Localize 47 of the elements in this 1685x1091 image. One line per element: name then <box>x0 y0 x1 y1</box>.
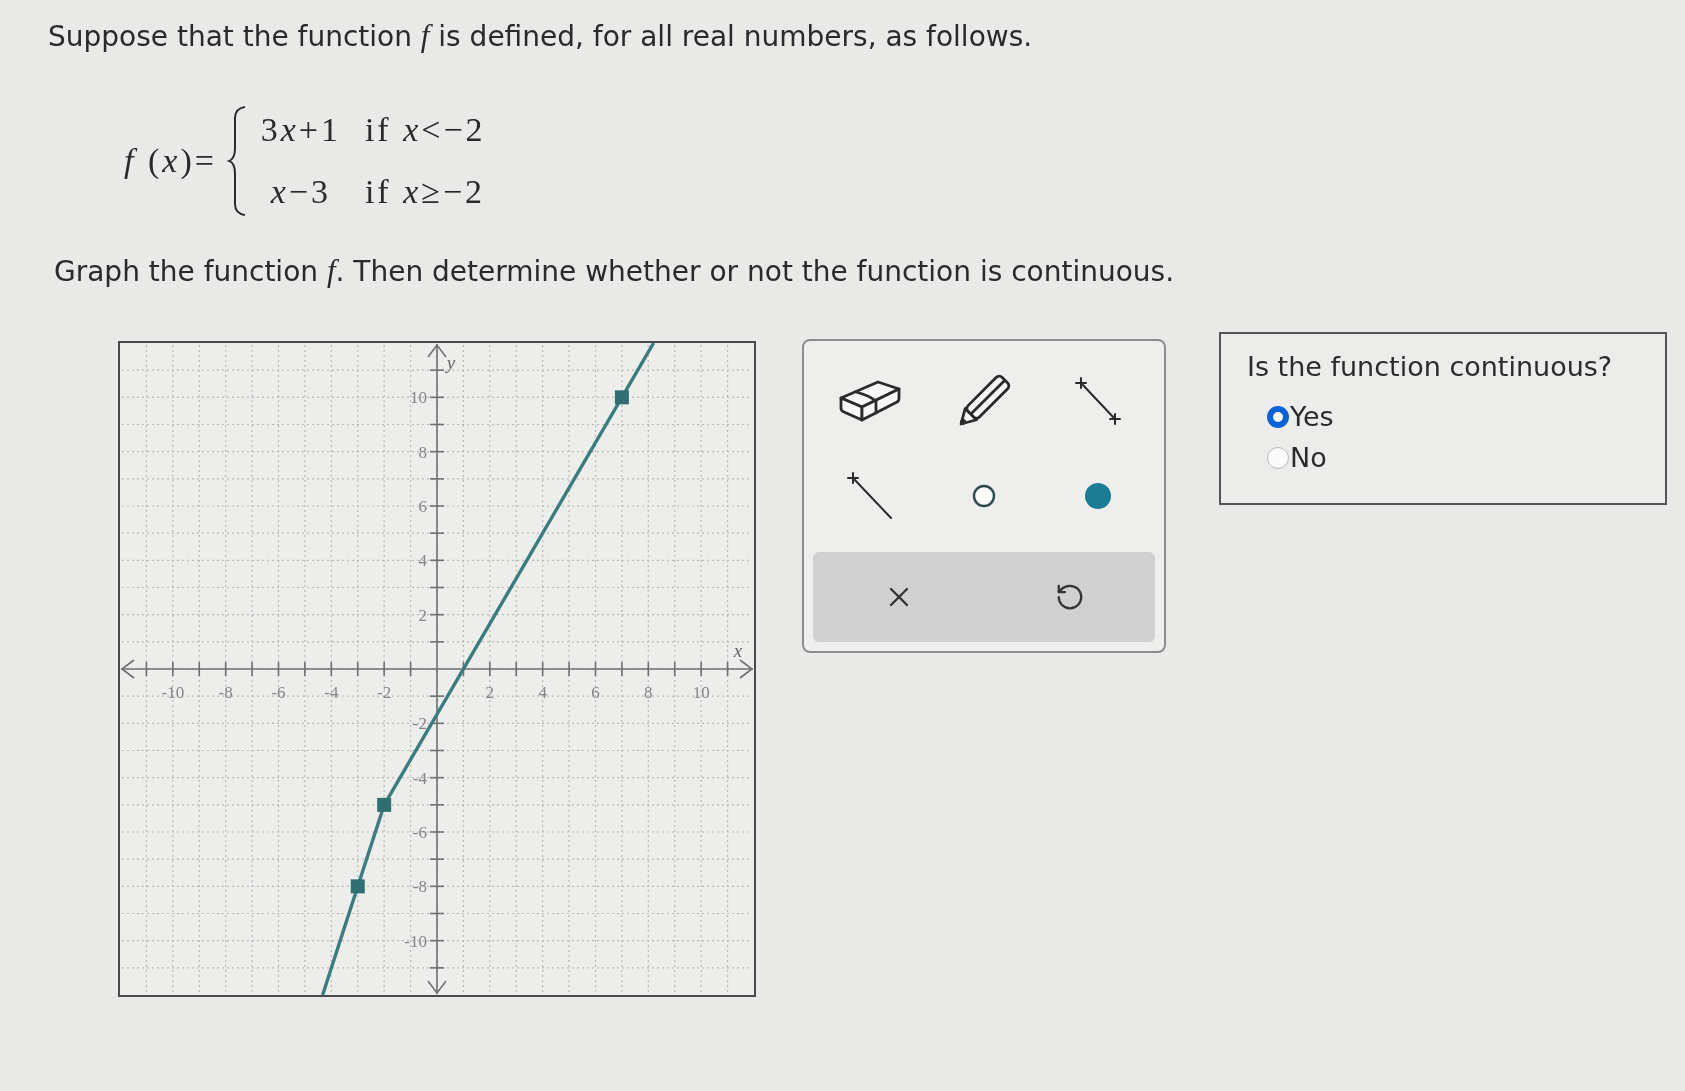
tick-label: -4 <box>412 768 427 788</box>
filled-circle-icon <box>1085 482 1111 509</box>
problem-statement: Suppose that the function f is defined, for all real numbers, as follows. <box>48 18 1033 55</box>
tick-label: 6 <box>418 497 427 516</box>
case-expression: x−3 <box>270 173 331 211</box>
closed-point-tool[interactable] <box>1083 480 1113 511</box>
tick-label: -6 <box>271 683 286 702</box>
ray-icon <box>847 471 893 520</box>
tick-label: 2 <box>485 683 495 702</box>
tick-label: 2 <box>418 605 427 625</box>
tick-label: 4 <box>538 683 547 702</box>
tick-label: 6 <box>591 683 600 702</box>
function-label: f (x)= <box>124 142 217 180</box>
tick-label: -10 <box>161 683 185 702</box>
ray-tool[interactable] <box>845 469 895 522</box>
tick-label: 10 <box>410 388 427 408</box>
axis-label: x <box>733 640 743 661</box>
tick-label: -2 <box>377 683 392 702</box>
tick-label: -10 <box>404 931 427 951</box>
case-condition: if x<−2 <box>364 111 486 149</box>
point-marker[interactable] <box>614 390 629 405</box>
tick-label: 8 <box>418 442 427 462</box>
tick-label: -6 <box>412 823 427 842</box>
eraser-icon <box>838 378 902 423</box>
graph-panel[interactable]: -10 -8 -6 -4 -2 2 4 6 8 10 -10 -8 -6 -4 -2 2 4 6 8 10 x y <box>118 341 756 997</box>
point-marker[interactable] <box>377 797 392 812</box>
tick-label: -2 <box>412 714 427 734</box>
segment-tool[interactable] <box>1073 374 1123 427</box>
tick-label: -4 <box>324 683 339 702</box>
case-condition: if x≥−2 <box>364 173 486 211</box>
point-marker[interactable] <box>350 879 365 894</box>
instruction-text: Graph the function f. Then determine whether or not the function is continuous. <box>54 253 1175 290</box>
line-segment-icon <box>1075 376 1121 425</box>
tick-label: 4 <box>418 551 427 571</box>
axis-label: y <box>446 352 456 373</box>
option-label[interactable]: Yes <box>1290 400 1334 433</box>
option-label[interactable]: No <box>1290 441 1327 474</box>
open-circle-icon <box>972 483 996 508</box>
radio-button[interactable] <box>1267 446 1289 469</box>
tick-label: 10 <box>692 683 710 702</box>
brace-icon <box>226 105 247 217</box>
tick-label: 8 <box>644 683 653 702</box>
tick-label: -8 <box>412 877 427 897</box>
radio-button[interactable] <box>1267 405 1289 428</box>
tick-label: -8 <box>218 683 233 702</box>
case-expression: 3x+1 <box>260 111 341 149</box>
question-prompt: Is the function continuous? <box>1247 350 1614 384</box>
